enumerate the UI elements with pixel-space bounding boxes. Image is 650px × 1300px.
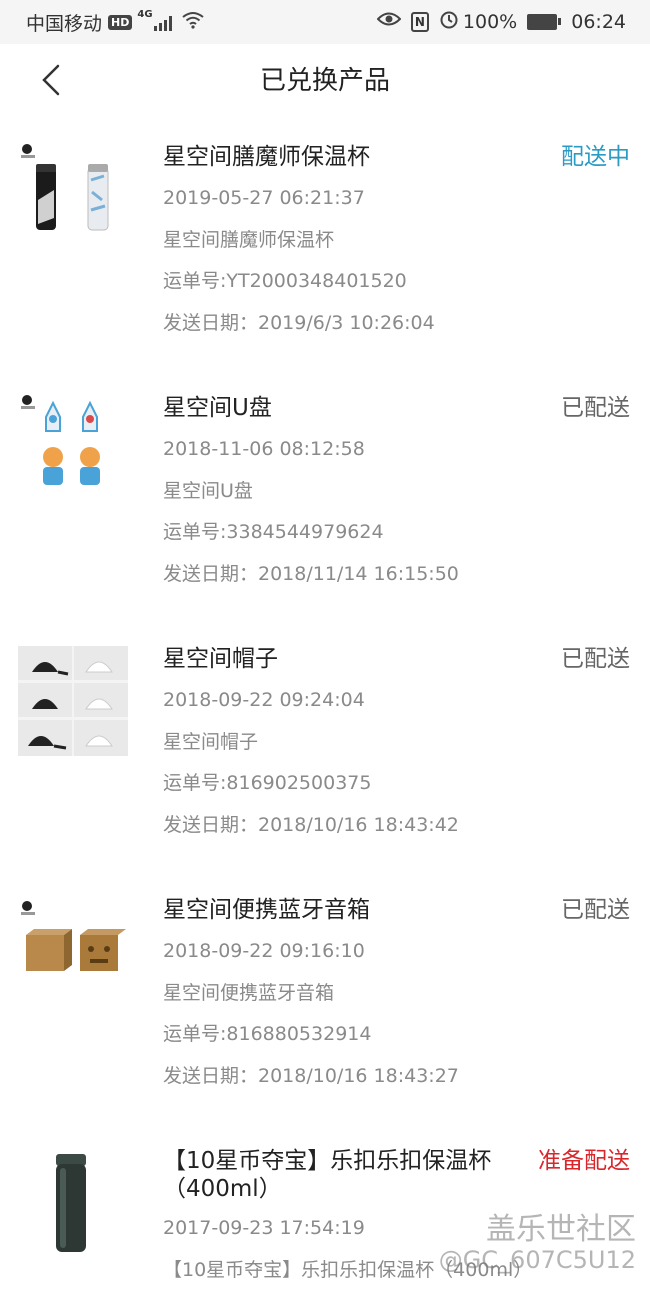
item-title: 星空间便携蓝牙音箱 <box>163 897 370 923</box>
product-image <box>18 391 128 501</box>
watermark-title: 盖乐世社区 <box>486 1212 636 1247</box>
nfc-icon: N <box>410 11 429 32</box>
battery-percent: 100% <box>462 10 518 33</box>
product-image <box>18 140 128 250</box>
status-badge: 配送中 <box>561 144 630 170</box>
battery-icon <box>527 13 562 30</box>
ship-date: 发送日期：2019/6/3 10:26:04 <box>163 312 435 334</box>
eye-icon <box>376 11 402 32</box>
status-right: N 100% 06:24 <box>367 9 626 34</box>
page-title: 已兑换产品 <box>259 66 390 96</box>
carrier-label: 中国移动 <box>26 13 103 35</box>
product-image <box>18 897 128 1007</box>
app-header: 已兑换产品 <box>0 44 650 114</box>
ship-date: 发送日期：2018/10/16 18:43:42 <box>163 814 459 836</box>
network-type: 4G <box>137 9 153 20</box>
ship-date: 发送日期：2018/11/14 16:15:50 <box>163 563 459 585</box>
status-badge: 已配送 <box>561 897 630 923</box>
list-item[interactable]: 星空间U盘 已配送 2018-11-06 08:12:58 星空间U盘 运单号:… <box>0 381 650 611</box>
exchange-date: 2017-09-23 17:54:19 <box>163 1217 365 1239</box>
tracking-number: 运单号:3384544979624 <box>163 521 384 543</box>
item-desc: 星空间帽子 <box>163 731 259 753</box>
product-image <box>18 1148 128 1258</box>
signal-icon <box>153 15 174 31</box>
status-left: 中国移动 HD 4G <box>26 9 204 36</box>
hd-badge: HD <box>108 15 133 30</box>
tracking-number: 运单号:816902500375 <box>163 772 372 794</box>
ship-date: 发送日期：2018/10/16 18:43:27 <box>163 1065 459 1087</box>
status-bar: 中国移动 HD 4G N 100% 06:24 <box>0 0 650 44</box>
item-desc: 星空间U盘 <box>163 480 253 502</box>
exchange-date: 2018-09-22 09:24:04 <box>163 689 365 711</box>
wifi-icon <box>181 11 204 34</box>
status-badge: 准备配送 <box>538 1148 630 1174</box>
exchange-date: 2018-09-22 09:16:10 <box>163 940 365 962</box>
product-image <box>18 646 128 756</box>
clock-time: 06:24 <box>571 10 626 33</box>
item-title-cont: （400ml） <box>163 1176 282 1202</box>
item-title: 【10星币夺宝】乐扣乐扣保温杯 <box>163 1148 492 1174</box>
alarm-icon <box>439 9 459 34</box>
exchange-date: 2018-11-06 08:12:58 <box>163 438 365 460</box>
list-item[interactable]: 星空间便携蓝牙音箱 已配送 2018-09-22 09:16:10 星空间便携蓝… <box>0 883 650 1113</box>
tracking-number: 运单号:YT2000348401520 <box>163 270 407 292</box>
item-desc: 星空间便携蓝牙音箱 <box>163 982 335 1004</box>
tracking-number: 运单号:816880532914 <box>163 1023 372 1045</box>
list-item[interactable]: 星空间帽子 已配送 2018-09-22 09:24:04 星空间帽子 运单号:… <box>0 632 650 862</box>
item-title: 星空间帽子 <box>163 646 278 672</box>
status-badge: 已配送 <box>561 646 630 672</box>
exchange-date: 2019-05-27 06:21:37 <box>163 187 365 209</box>
item-desc: 星空间膳魔师保温杯 <box>163 229 335 251</box>
list-item[interactable]: 星空间膳魔师保温杯 配送中 2019-05-27 06:21:37 星空间膳魔师… <box>0 130 650 360</box>
watermark-handle: @GC_607C5U12 <box>438 1246 636 1274</box>
status-badge: 已配送 <box>561 395 630 421</box>
item-title: 星空间膳魔师保温杯 <box>163 144 370 170</box>
item-title: 星空间U盘 <box>163 395 272 421</box>
